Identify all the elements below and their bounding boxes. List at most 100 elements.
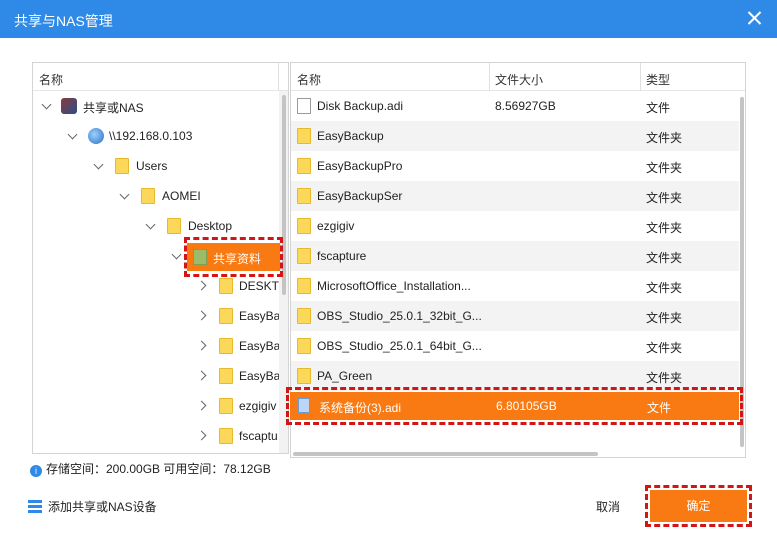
file-row[interactable]: OBS_Studio_25.0.1_32bit_G... 文件夹 bbox=[291, 301, 739, 331]
info-icon: i bbox=[30, 465, 42, 477]
tree-item-label: \\192.168.0.103 bbox=[109, 129, 193, 143]
folder-icon bbox=[297, 278, 311, 294]
folder-icon bbox=[297, 188, 311, 204]
selected-shared-folder[interactable]: 共享资料 bbox=[184, 237, 283, 277]
chevron-down-icon[interactable] bbox=[171, 249, 183, 261]
tree-item-label: 共享资料 bbox=[213, 252, 262, 266]
file-type: 文件夹 bbox=[646, 281, 683, 295]
file-row[interactable]: ezgigiv 文件夹 bbox=[291, 211, 739, 241]
column-header-type[interactable]: 类型 bbox=[646, 71, 670, 88]
file-row[interactable]: OBS_Studio_25.0.1_64bit_G... 文件夹 bbox=[291, 331, 739, 361]
tree-header-name: 名称 bbox=[39, 73, 64, 87]
file-type: 文件夹 bbox=[646, 221, 683, 235]
column-divider[interactable] bbox=[489, 63, 490, 91]
file-name: EasyBackupSer bbox=[317, 189, 403, 203]
column-header-name[interactable]: 名称 bbox=[297, 71, 321, 88]
folder-icon bbox=[297, 158, 311, 174]
folder-icon bbox=[219, 308, 233, 324]
tree-item-users[interactable]: Users bbox=[33, 151, 281, 181]
folder-icon bbox=[297, 128, 311, 144]
file-type: 文件 bbox=[647, 401, 672, 415]
column-divider[interactable] bbox=[640, 63, 641, 91]
file-row[interactable]: EasyBackup 文件夹 bbox=[291, 121, 739, 151]
list-horizontal-scrollbar[interactable] bbox=[293, 452, 598, 456]
selected-tree-item[interactable]: 共享资料 bbox=[187, 243, 280, 271]
chevron-down-icon[interactable] bbox=[93, 159, 105, 171]
file-name: EasyBackupPro bbox=[317, 159, 403, 173]
chevron-down-icon[interactable] bbox=[119, 189, 131, 201]
file-name: EasyBackup bbox=[317, 129, 384, 143]
chevron-right-icon[interactable] bbox=[197, 429, 209, 441]
storage-text: 存储空间：200.00GB 可用空间：78.12GB bbox=[46, 462, 271, 476]
file-row[interactable]: EasyBackupSer 文件夹 bbox=[291, 181, 739, 211]
storage-info: i 存储空间：200.00GB 可用空间：78.12GB bbox=[30, 460, 271, 477]
chevron-down-icon[interactable] bbox=[67, 129, 79, 141]
tree-item-fscapture[interactable]: fscaptu bbox=[33, 421, 281, 451]
tree-item-label: EasyBa bbox=[239, 369, 281, 383]
tree-item-label: ezgigiv bbox=[239, 399, 277, 413]
selected-file-highlight[interactable]: 系统备份(3).adi 6.80105GB 文件 bbox=[286, 387, 743, 425]
header-divider bbox=[278, 63, 279, 91]
folder-icon bbox=[219, 278, 233, 294]
file-name: MicrosoftOffice_Installation... bbox=[317, 279, 471, 293]
document-icon bbox=[298, 398, 310, 413]
close-icon[interactable] bbox=[743, 6, 767, 30]
cancel-button[interactable]: 取消 bbox=[596, 498, 620, 515]
folder-icon bbox=[297, 338, 311, 354]
tree-item-easybackupser[interactable]: EasyBa bbox=[33, 361, 281, 391]
tree-item-easybackuppro[interactable]: EasyBa bbox=[33, 331, 281, 361]
tree-item-aomei[interactable]: AOMEI bbox=[33, 181, 281, 211]
file-name: Disk Backup.adi bbox=[317, 99, 404, 113]
tree-item-label: fscaptu bbox=[239, 429, 278, 443]
file-row[interactable]: MicrosoftOffice_Installation... 文件夹 bbox=[291, 271, 739, 301]
file-row[interactable]: EasyBackupPro 文件夹 bbox=[291, 151, 739, 181]
chevron-down-icon[interactable] bbox=[145, 219, 157, 231]
folder-icon bbox=[219, 368, 233, 384]
shared-folder-icon bbox=[193, 249, 207, 265]
tree-item-ezgigiv[interactable]: ezgigiv bbox=[33, 391, 281, 421]
folder-icon bbox=[167, 218, 181, 234]
tree-item-label: 共享或NAS bbox=[83, 101, 144, 115]
add-share-or-nas-button[interactable]: 添加共享或NAS设备 bbox=[28, 498, 157, 515]
folder-icon bbox=[297, 218, 311, 234]
tree-item-label: AOMEI bbox=[162, 189, 201, 203]
window-title: 共享与NAS管理 bbox=[14, 13, 113, 29]
folder-icon bbox=[219, 428, 233, 444]
nas-icon bbox=[61, 98, 77, 114]
file-name: ezgigiv bbox=[317, 219, 355, 233]
tree-item-server[interactable]: \\192.168.0.103 bbox=[33, 121, 281, 151]
file-name: fscapture bbox=[317, 249, 367, 263]
file-type: 文件夹 bbox=[646, 341, 683, 355]
file-name: 系统备份(3).adi bbox=[319, 401, 402, 415]
chevron-down-icon[interactable] bbox=[41, 99, 53, 111]
tree-item-easybackup[interactable]: EasyBa bbox=[33, 301, 281, 331]
selected-file-row[interactable]: 系统备份(3).adi 6.80105GB 文件 bbox=[290, 392, 739, 420]
chevron-right-icon[interactable] bbox=[197, 279, 209, 291]
title-bar: 共享与NAS管理 bbox=[0, 0, 777, 38]
tree-header: 名称 bbox=[33, 63, 288, 91]
folder-icon bbox=[141, 188, 155, 204]
tree-item-nas-root[interactable]: 共享或NAS bbox=[33, 91, 281, 121]
column-header-size[interactable]: 文件大小 bbox=[495, 71, 543, 88]
file-type: 文件夹 bbox=[646, 311, 683, 325]
file-row[interactable]: fscapture 文件夹 bbox=[291, 241, 739, 271]
chevron-right-icon[interactable] bbox=[197, 399, 209, 411]
chevron-right-icon[interactable] bbox=[197, 339, 209, 351]
file-type: 文件 bbox=[646, 101, 671, 115]
confirm-button[interactable]: 确定 bbox=[650, 490, 747, 522]
tree-item-label: EasyBa bbox=[239, 339, 281, 353]
file-type: 文件夹 bbox=[646, 251, 683, 265]
chevron-right-icon[interactable] bbox=[197, 309, 209, 321]
folder-icon bbox=[219, 398, 233, 414]
file-size: 8.56927GB bbox=[495, 99, 556, 113]
file-name: OBS_Studio_25.0.1_64bit_G... bbox=[317, 339, 482, 353]
file-type: 文件夹 bbox=[646, 161, 683, 175]
add-nas-label: 添加共享或NAS设备 bbox=[48, 500, 157, 514]
network-drive-icon bbox=[88, 128, 104, 144]
folder-icon bbox=[297, 368, 311, 384]
chevron-right-icon[interactable] bbox=[197, 369, 209, 381]
file-type: 文件夹 bbox=[646, 131, 683, 145]
document-icon bbox=[297, 98, 311, 114]
tree-item-label: Users bbox=[136, 159, 168, 173]
file-row[interactable]: Disk Backup.adi 8.56927GB 文件 bbox=[291, 91, 739, 121]
